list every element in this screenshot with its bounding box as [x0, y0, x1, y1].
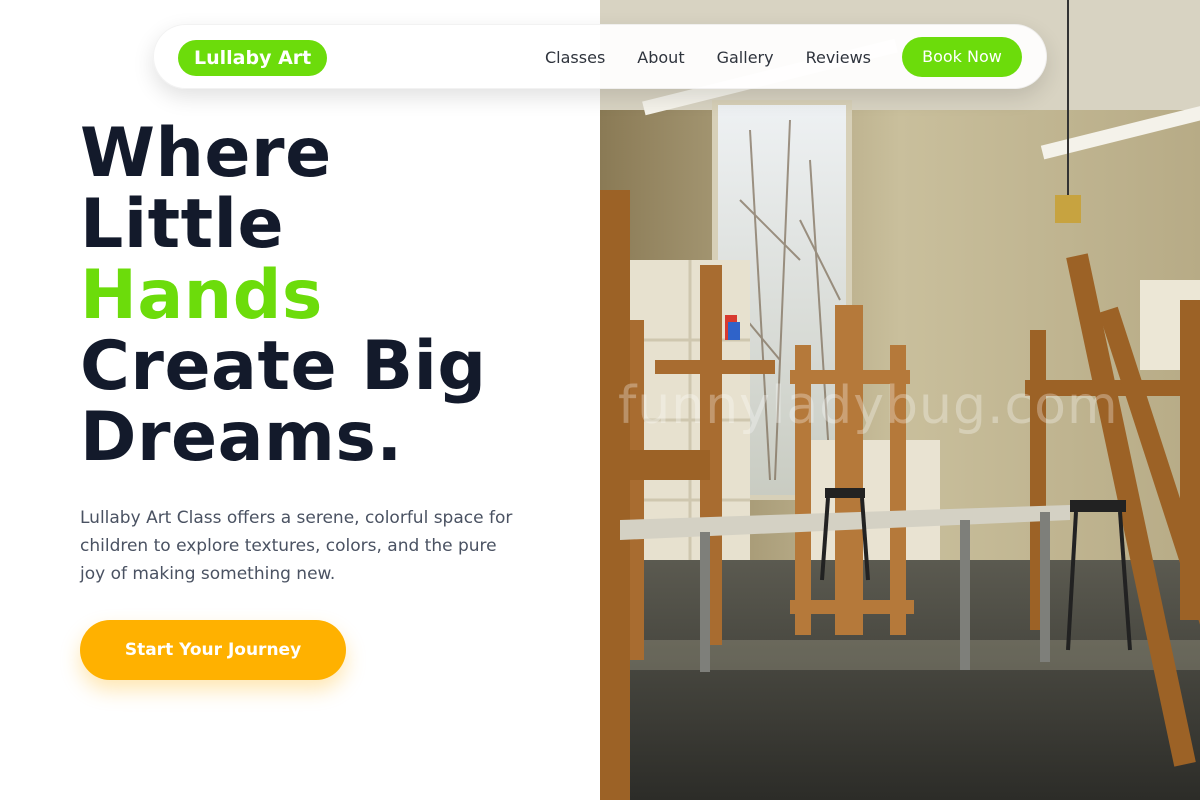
brand-logo[interactable]: Lullaby Art: [178, 40, 328, 76]
hero-description: Lullaby Art Class offers a serene, color…: [80, 508, 513, 584]
nav-link-gallery[interactable]: Gallery: [717, 48, 774, 67]
nav-links: Classes About Gallery Reviews: [545, 25, 871, 90]
hero-title: Where Little Hands Create Big Dreams.: [80, 118, 487, 473]
hero-title-line-1: Where: [80, 114, 332, 193]
top-navigation: Lullaby Art Classes About Gallery Review…: [153, 24, 1047, 89]
hero-title-accent: Hands: [80, 256, 323, 335]
start-journey-button[interactable]: Start Your Journey: [80, 620, 346, 680]
book-now-button[interactable]: Book Now: [902, 37, 1022, 77]
hero-title-line-4: Create Big: [80, 327, 487, 406]
image-watermark: funnyladybug.com: [618, 376, 1119, 436]
nav-link-classes[interactable]: Classes: [545, 48, 605, 67]
hero-title-line-5: Dreams.: [80, 398, 403, 477]
nav-link-about[interactable]: About: [637, 48, 684, 67]
nav-link-reviews[interactable]: Reviews: [806, 48, 871, 67]
hero-title-line-2: Little: [80, 185, 285, 264]
